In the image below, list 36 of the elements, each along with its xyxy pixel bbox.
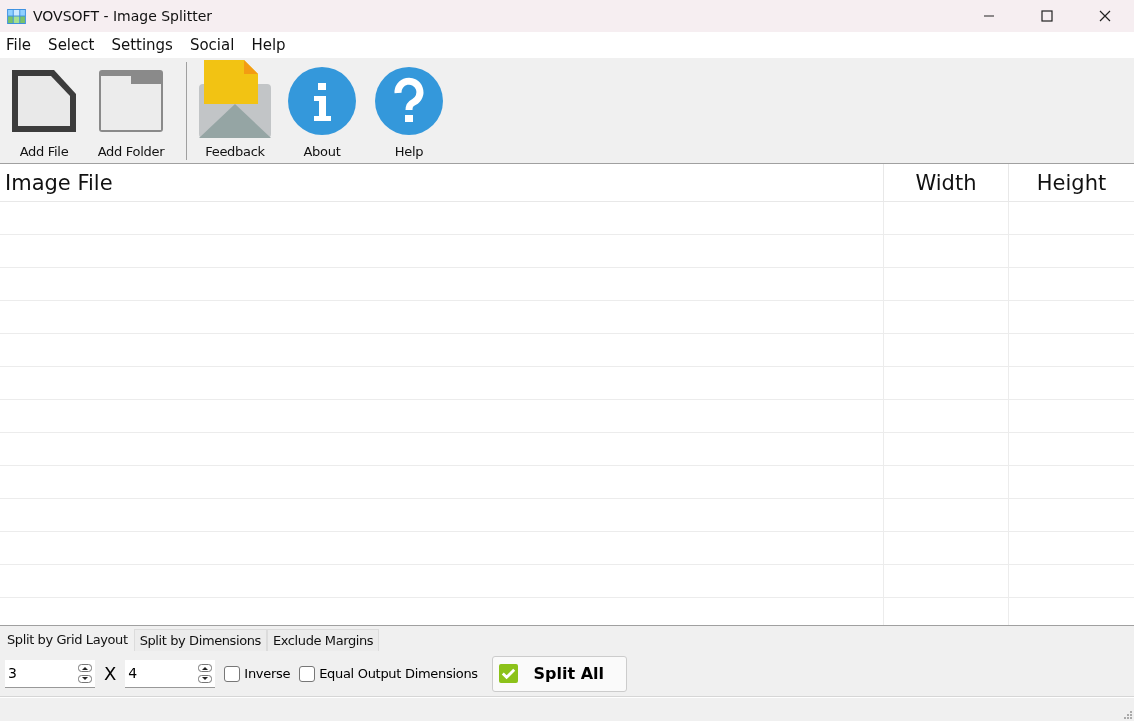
menu-item[interactable]: Help (251, 36, 286, 54)
toolbar-button[interactable]: About (282, 58, 362, 162)
column-header[interactable]: Width (884, 164, 1009, 201)
rows-spin-field[interactable]: 4 (125, 659, 216, 688)
spin-down-icon (78, 673, 92, 684)
column-header[interactable]: Height (1009, 164, 1134, 201)
menu-item[interactable]: Settings (111, 36, 173, 54)
toolbar-button[interactable]: Feedback (195, 58, 275, 162)
close-icon (1099, 10, 1111, 22)
toolbar-button[interactable]: Add Folder (91, 58, 171, 162)
resize-grip-icon[interactable] (1123, 710, 1132, 719)
menu-item[interactable]: File (6, 36, 32, 54)
app-icon (7, 8, 26, 24)
checkbox-label: Inverse (244, 666, 291, 681)
toolbar-button[interactable]: Add File (4, 58, 84, 162)
checkbox-label: Equal Output Dimensions (319, 666, 478, 681)
info-icon (287, 66, 357, 136)
window-title: VOVSOFT - Image Splitter (33, 8, 213, 24)
tab[interactable]: Split by Dimensions (133, 629, 267, 651)
help-icon (374, 66, 444, 136)
times-label: X (104, 663, 117, 684)
envelope-icon (198, 60, 272, 140)
spin-down-icon (198, 673, 213, 684)
split-all-button[interactable]: Split All (491, 655, 627, 692)
column-header[interactable]: Image File (0, 164, 884, 201)
checkmark-icon (498, 664, 518, 683)
maximize-icon (1041, 10, 1053, 22)
columns-spin-field[interactable]: 3 (5, 659, 95, 688)
toolbar-button[interactable]: Help (369, 58, 449, 162)
spin-up-icon (198, 662, 213, 673)
checkbox[interactable] (224, 665, 241, 682)
tab[interactable]: Exclude Margins (266, 629, 380, 651)
spin-up-icon (78, 662, 92, 673)
checkbox[interactable] (299, 665, 316, 682)
menu-item[interactable]: Social (189, 36, 235, 54)
menu-item[interactable]: Select (48, 36, 95, 54)
